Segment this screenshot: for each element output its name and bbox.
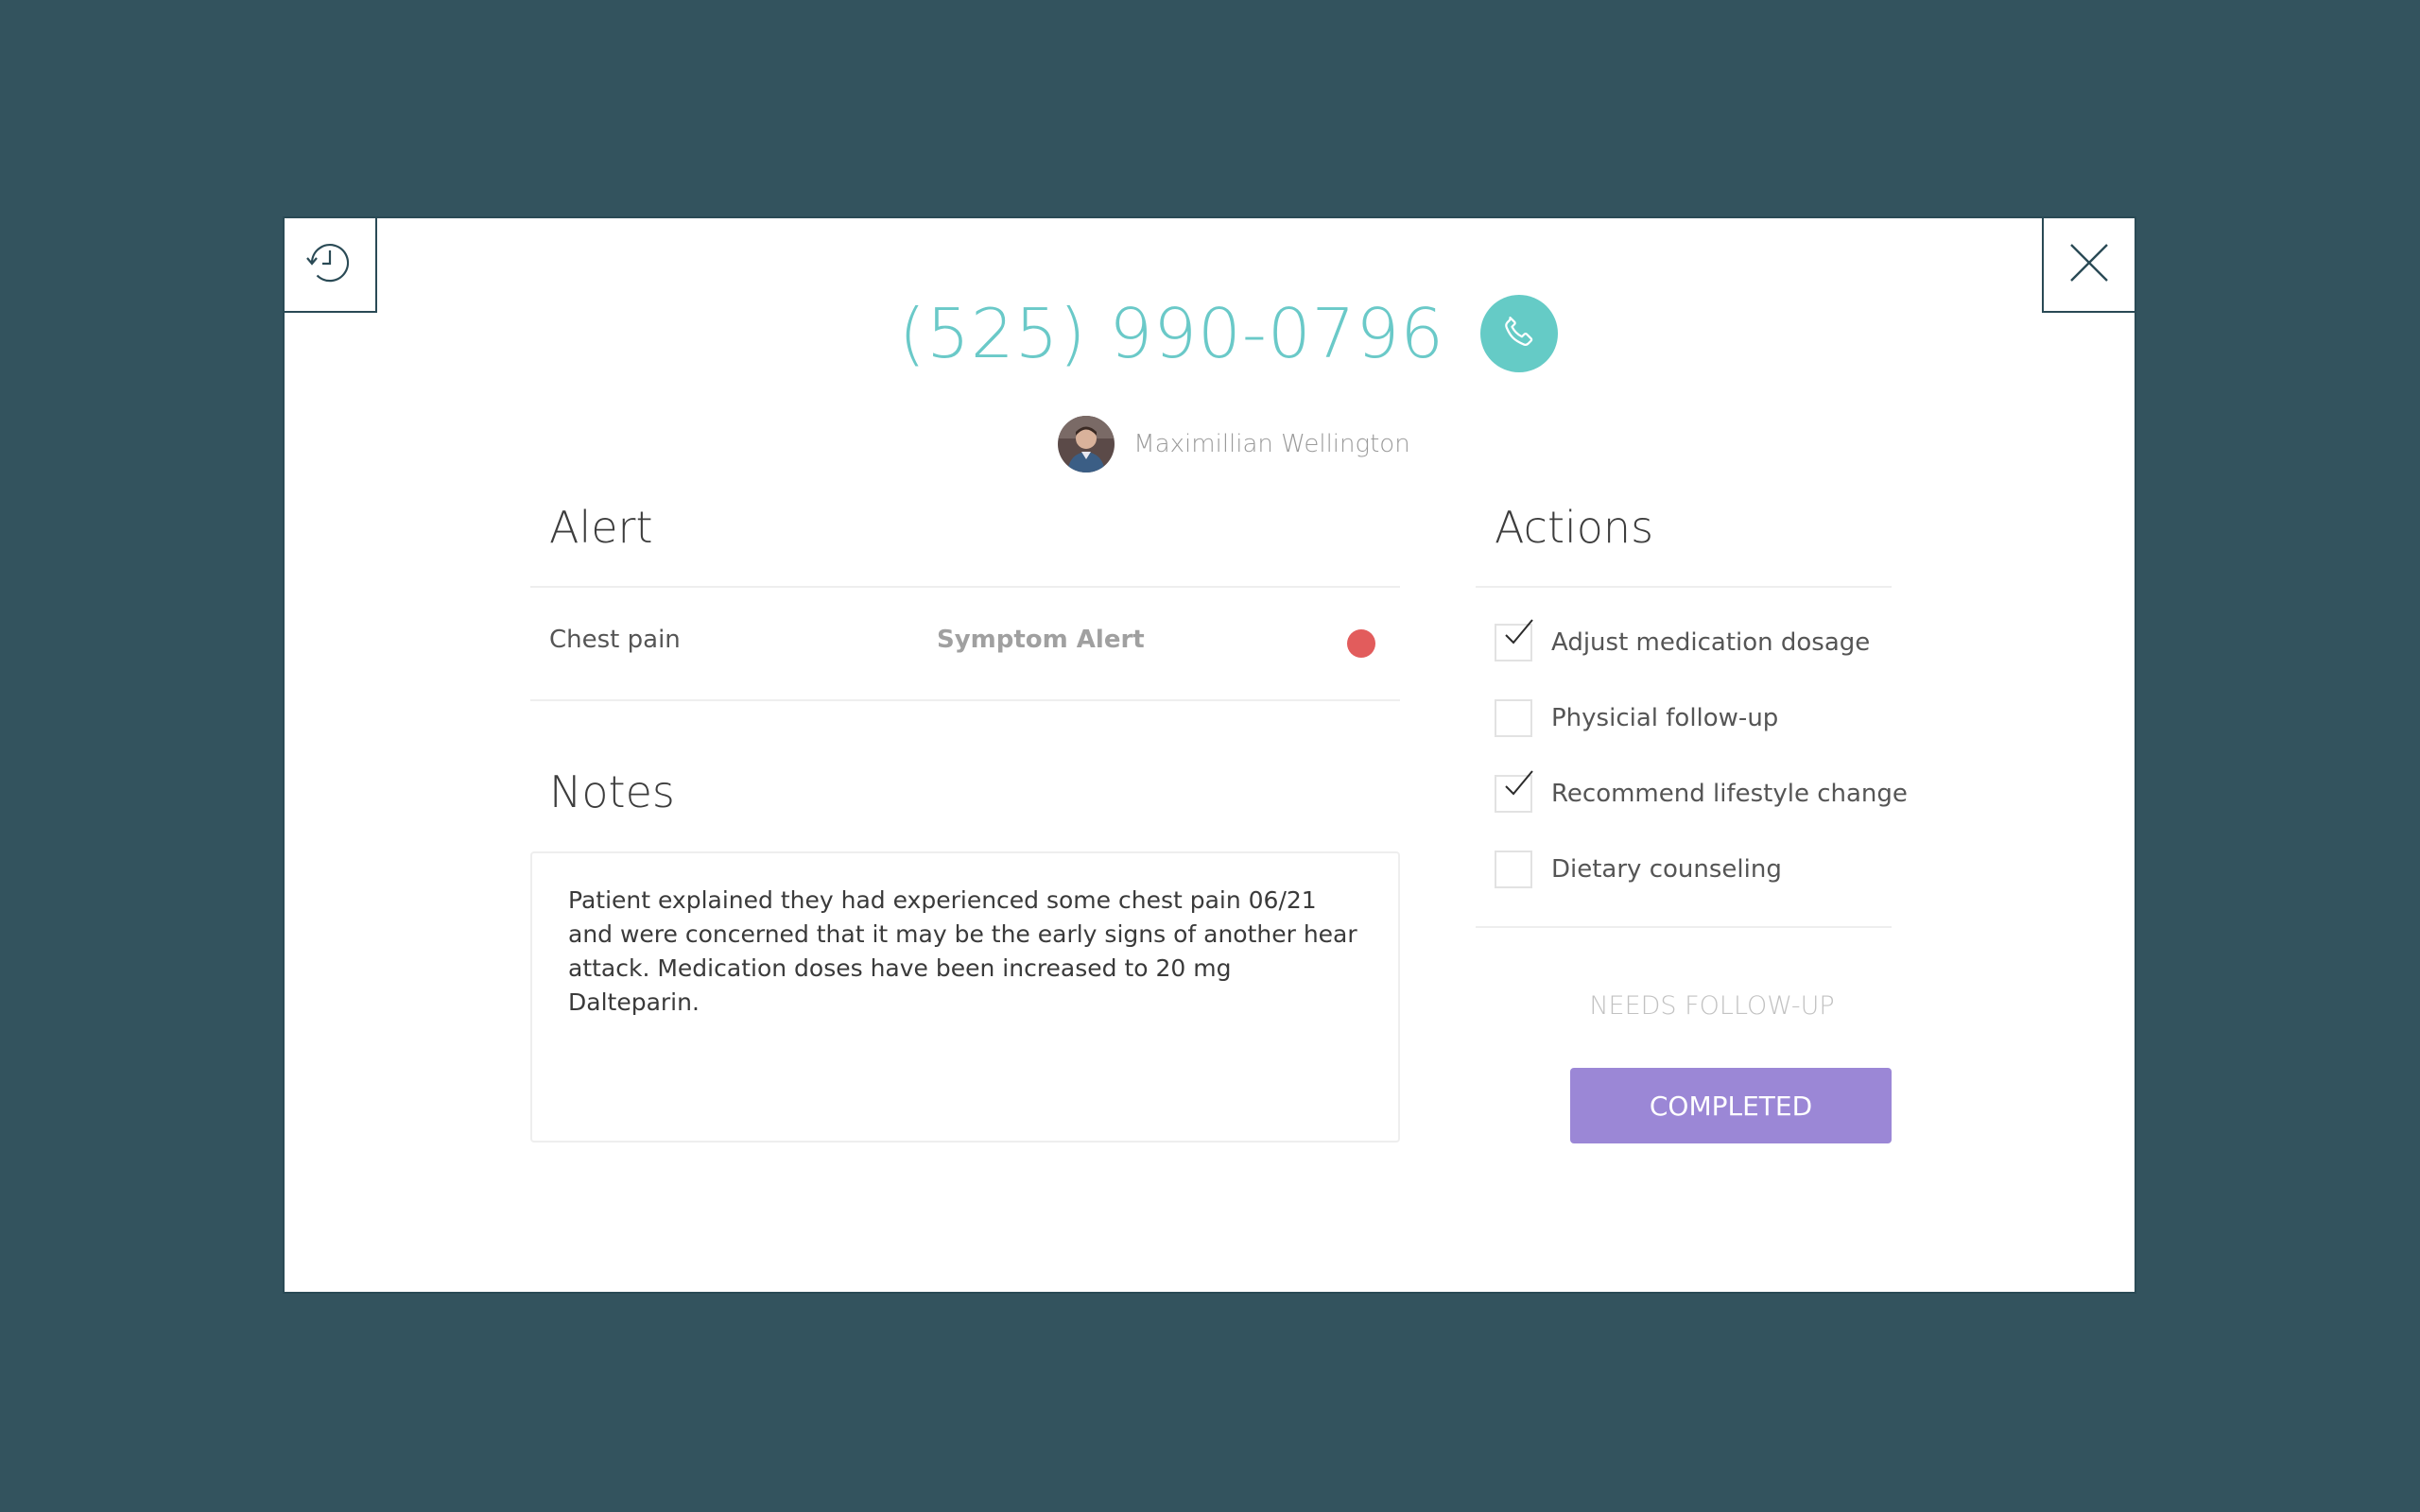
action-label: Recommend lifestyle change (1551, 780, 1908, 808)
notes-textarea[interactable]: Patient explained they had experienced s… (530, 851, 1400, 1143)
actions-divider-top (1476, 586, 1892, 588)
notes-title: Notes (549, 766, 675, 817)
patient-name: Maximillian Wellington (1133, 430, 1410, 458)
completed-button[interactable]: COMPLETED (1570, 1068, 1892, 1143)
checkbox-checked[interactable] (1495, 619, 1533, 662)
phone-number: (525) 990-0796 (898, 294, 1445, 373)
needs-followup-button[interactable]: NEEDS FOLLOW-UP (1570, 991, 1854, 1021)
alert-title: Alert (549, 502, 653, 553)
action-item-adjust-medication[interactable]: Adjust medication dosage (1495, 619, 1871, 663)
alert-status-dot (1347, 629, 1375, 658)
phone-icon (1499, 312, 1539, 355)
phone-row: (525) 990-0796 (285, 294, 2135, 373)
checkbox-checked[interactable] (1495, 770, 1533, 813)
alert-item-name: Chest pain (549, 626, 681, 654)
action-label: Dietary counseling (1551, 855, 1782, 884)
actions-title: Actions (1495, 502, 1654, 553)
alert-divider-bottom (530, 699, 1400, 701)
checkbox-unchecked[interactable] (1495, 699, 1532, 737)
history-icon (303, 236, 356, 293)
call-button[interactable] (1480, 295, 1559, 372)
avatar (1058, 416, 1115, 472)
alert-divider-top (530, 586, 1400, 588)
actions-divider-bottom (1476, 926, 1892, 928)
action-item-physical-follow-up[interactable]: Physicial follow-up (1495, 697, 1778, 739)
action-item-lifestyle-change[interactable]: Recommend lifestyle change (1495, 770, 1908, 815)
call-modal: (525) 990-0796 Maximillian Wellington Al… (283, 216, 2136, 1294)
checkbox-unchecked[interactable] (1495, 850, 1532, 888)
action-label: Adjust medication dosage (1551, 628, 1871, 657)
action-label: Physicial follow-up (1551, 704, 1779, 732)
alert-item-type: Symptom Alert (937, 626, 1145, 654)
patient-row: Maximillian Wellington (285, 416, 2135, 472)
action-item-dietary-counseling[interactable]: Dietary counseling (1495, 849, 1782, 890)
close-icon (2068, 242, 2110, 287)
